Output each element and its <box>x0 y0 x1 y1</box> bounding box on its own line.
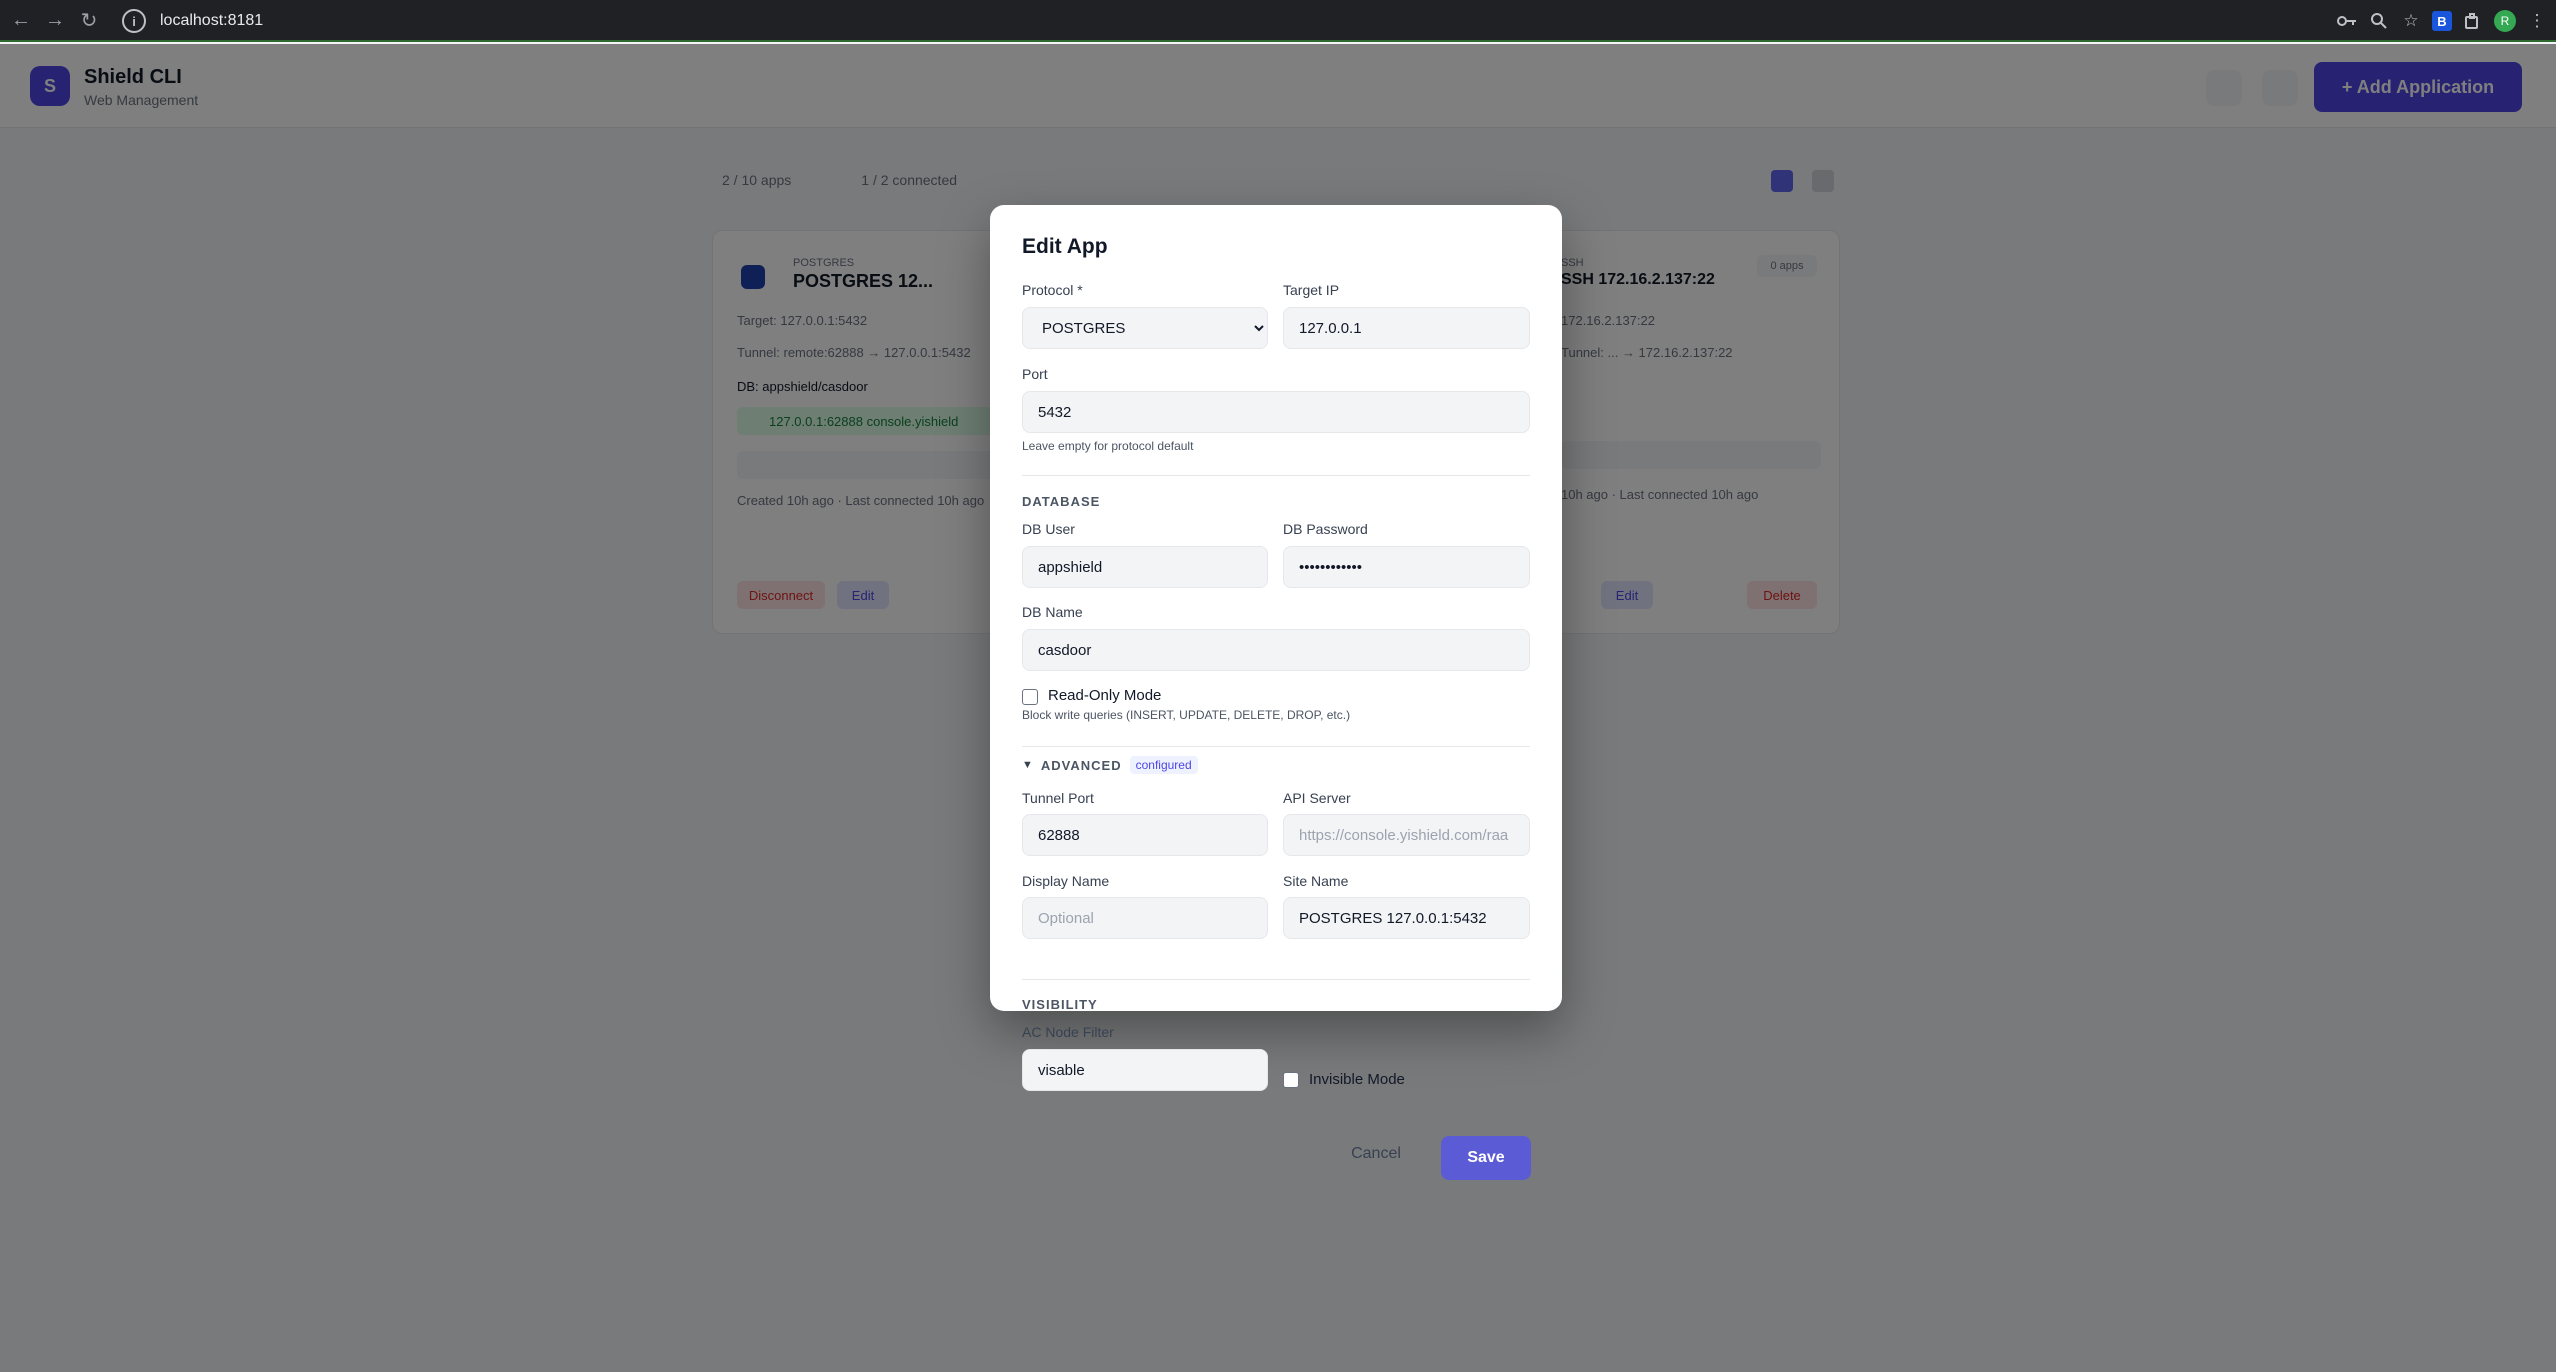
divider <box>1022 475 1530 476</box>
ac-node-filter-label: AC Node Filter <box>1022 1024 1114 1040</box>
advanced-section-title: ADVANCED <box>1040 757 1122 773</box>
port-label: Port <box>1022 366 1048 382</box>
browser-actions: ☆ B R ⋮ <box>2336 5 2548 37</box>
display-name-label: Display Name <box>1022 873 1110 889</box>
password-key-icon[interactable] <box>2336 10 2358 32</box>
dialog-title: Edit App <box>1022 235 1108 258</box>
chevron-down-icon: ▼ <box>1022 759 1033 771</box>
readonly-label: Read-Only Mode <box>1048 687 1162 704</box>
protocol-select[interactable]: POSTGRES <box>1022 307 1268 349</box>
readonly-hint: Block write queries (INSERT, UPDATE, DEL… <box>1022 708 1351 722</box>
database-section-title: DATABASE <box>1022 494 1101 509</box>
ac-node-filter-input[interactable] <box>1022 1049 1268 1091</box>
zoom-icon[interactable] <box>2368 10 2390 32</box>
api-server-input[interactable] <box>1283 814 1530 856</box>
readonly-checkbox[interactable] <box>1022 689 1038 705</box>
db-user-label: DB User <box>1022 521 1075 537</box>
save-button[interactable]: Save <box>1441 1136 1531 1180</box>
invisible-mode-checkbox[interactable] <box>1283 1072 1299 1088</box>
divider <box>1022 746 1530 747</box>
db-name-input[interactable] <box>1022 629 1530 671</box>
target-ip-label: Target IP <box>1283 282 1340 298</box>
advanced-toggle[interactable]: ▼ ADVANCED configured <box>1022 756 1198 774</box>
extensions-puzzle-icon[interactable] <box>2462 10 2484 32</box>
db-name-label: DB Name <box>1022 604 1083 620</box>
url-text: localhost:8181 <box>160 12 264 29</box>
browser-toolbar: ← → ↻ i localhost:8181 ☆ B R ⋮ <box>0 0 2556 42</box>
cancel-button[interactable]: Cancel <box>1342 1136 1410 1172</box>
menu-dots-icon[interactable]: ⋮ <box>2526 10 2548 32</box>
configured-badge: configured <box>1129 756 1198 774</box>
port-input[interactable] <box>1022 391 1530 433</box>
extension-icon[interactable]: B <box>2432 11 2452 31</box>
api-server-label: API Server <box>1283 790 1351 806</box>
site-name-label: Site Name <box>1283 873 1349 889</box>
visibility-section-title: VISIBILITY <box>1022 997 1098 1012</box>
invisible-mode-label: Invisible Mode <box>1309 1071 1405 1088</box>
site-name-input[interactable] <box>1283 897 1530 939</box>
reload-icon[interactable]: ↻ <box>72 3 106 37</box>
site-info-icon[interactable]: i <box>122 9 146 33</box>
db-password-label: DB Password <box>1283 521 1368 537</box>
display-name-input[interactable] <box>1022 897 1268 939</box>
tunnel-port-label: Tunnel Port <box>1022 790 1094 806</box>
address-bar[interactable]: i localhost:8181 <box>116 5 2296 37</box>
back-icon[interactable]: ← <box>4 3 38 37</box>
bookmark-star-icon[interactable]: ☆ <box>2400 10 2422 32</box>
target-ip-input[interactable] <box>1283 307 1530 349</box>
edit-app-dialog: Edit App Protocol * POSTGRES Target IP P… <box>990 205 1562 1180</box>
profile-avatar[interactable]: R <box>2494 10 2516 32</box>
tunnel-port-input[interactable] <box>1022 814 1268 856</box>
divider <box>1022 979 1530 980</box>
port-hint: Leave empty for protocol default <box>1022 439 1194 453</box>
db-user-input[interactable] <box>1022 546 1268 588</box>
protocol-label: Protocol * <box>1022 282 1083 298</box>
forward-icon[interactable]: → <box>38 3 72 37</box>
db-password-input[interactable] <box>1283 546 1530 588</box>
